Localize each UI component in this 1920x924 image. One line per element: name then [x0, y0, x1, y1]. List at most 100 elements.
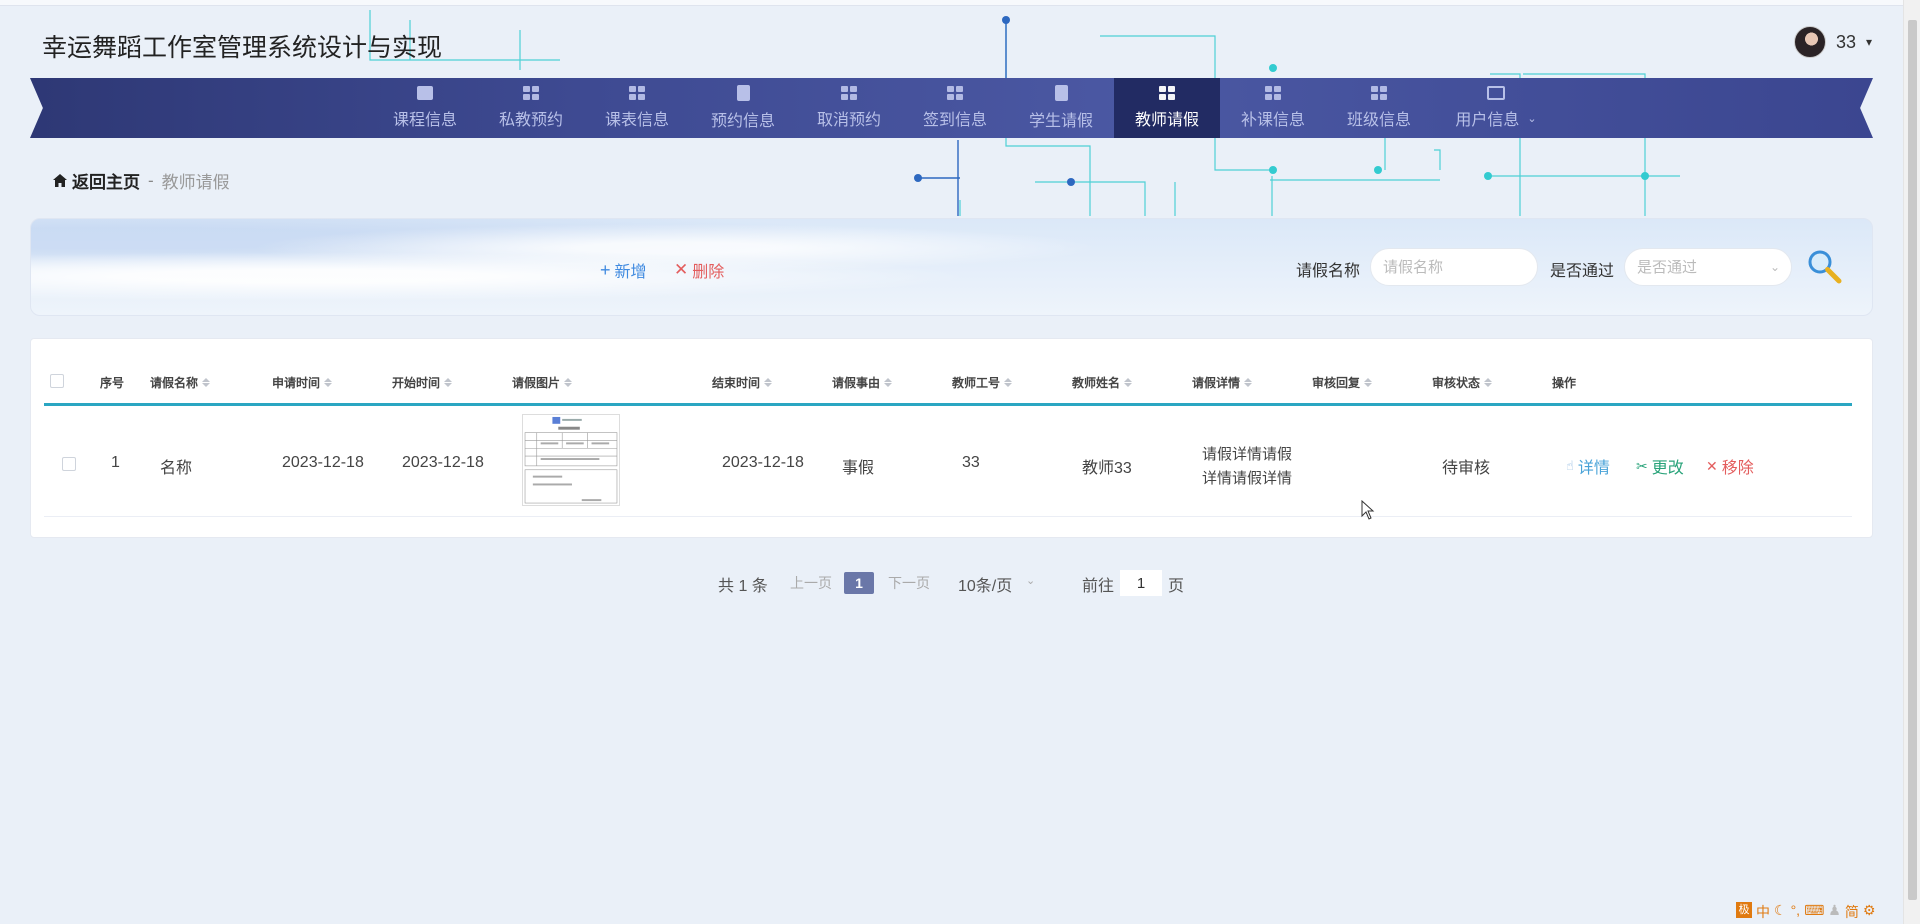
cell-detail-line: 详情请假详情	[1202, 470, 1293, 487]
goto-label: 前往	[1082, 578, 1115, 595]
top-strip	[0, 0, 1903, 6]
column-header-reason[interactable]: 请假事由	[832, 374, 893, 391]
sort-icon[interactable]	[444, 378, 453, 387]
page-unit-label: 页	[1168, 578, 1185, 595]
sort-icon[interactable]	[1124, 378, 1133, 387]
sort-icon[interactable]	[764, 378, 773, 387]
sort-icon[interactable]	[1244, 378, 1253, 387]
search-pass-label: 是否通过	[1550, 263, 1615, 280]
column-label: 教师工号	[952, 376, 1001, 390]
grid-icon	[947, 86, 963, 100]
cell-teacher-no: 33	[962, 454, 980, 471]
remove-button-label[interactable]: 移除	[1722, 454, 1754, 478]
nav-label: 取消预约	[816, 112, 881, 129]
sort-icon[interactable]	[1364, 378, 1373, 387]
caret-down-icon[interactable]: ▾	[1866, 35, 1872, 49]
avatar[interactable]	[1793, 26, 1826, 58]
detail-button[interactable]: ☝ 详情	[1566, 454, 1610, 478]
cell-reason: 事假	[842, 460, 875, 477]
sort-icon[interactable]	[324, 378, 333, 387]
scrollbar-thumb[interactable]	[1908, 20, 1917, 900]
sort-icon[interactable]	[202, 378, 211, 387]
sort-icon[interactable]	[884, 378, 893, 387]
column-header-name[interactable]: 请假名称	[150, 374, 211, 391]
search-icon[interactable]	[1806, 248, 1842, 284]
delete-button[interactable]: ✕ 删除	[674, 258, 724, 282]
grid-icon	[1159, 86, 1175, 100]
column-header-status[interactable]: 审核状态	[1432, 374, 1493, 391]
edit-button[interactable]: ✂ 更改	[1636, 454, 1684, 478]
column-header-teacher-no[interactable]: 教师工号	[952, 374, 1013, 391]
nav-label: 用户信息	[1455, 112, 1520, 129]
user-name[interactable]: 33	[1836, 32, 1856, 53]
next-page-button[interactable]: 下一页	[888, 573, 930, 593]
column-label: 审核回复	[1312, 376, 1361, 390]
nav-label: 班级信息	[1346, 112, 1411, 129]
nav-item-schedule[interactable]: 课表信息	[584, 78, 690, 138]
sort-icon[interactable]	[564, 378, 573, 387]
column-header-teacher-name[interactable]: 教师姓名	[1072, 374, 1133, 391]
nav-item-booking[interactable]: 预约信息	[690, 78, 796, 138]
detail-button-label[interactable]: 详情	[1578, 454, 1610, 478]
prev-page-button[interactable]: 上一页	[790, 573, 832, 593]
column-header-detail[interactable]: 请假详情	[1192, 374, 1253, 391]
page-size-select[interactable]: 10条/页	[958, 572, 1012, 596]
cell-apply-time: 2023-12-18	[282, 454, 364, 471]
goto-page-input[interactable]	[1120, 570, 1162, 596]
ime-mode-icon: 中	[1756, 904, 1770, 920]
sort-icon[interactable]	[1484, 378, 1493, 387]
remove-button[interactable]: ✕ 移除	[1706, 454, 1754, 478]
card-icon	[1487, 86, 1505, 100]
main-nav: 课程信息 私教预约 课表信息 预约信息 取消预约 签到信息 学生请假 教师请假 …	[372, 78, 1560, 138]
user-menu[interactable]: 33 ▾	[1793, 26, 1872, 58]
nav-item-cancel-booking[interactable]: 取消预约	[796, 78, 902, 138]
column-label: 审核状态	[1432, 376, 1481, 390]
clipboard-icon	[1054, 85, 1068, 101]
home-icon	[53, 174, 67, 187]
add-button[interactable]: + 新增	[600, 258, 647, 282]
keyboard-icon: ⌨	[1804, 902, 1825, 918]
nav-item-makeup[interactable]: 补课信息	[1220, 78, 1326, 138]
moon-icon: ☾	[1774, 902, 1787, 918]
cell-name: 名称	[160, 460, 193, 477]
column-header-reply[interactable]: 审核回复	[1312, 374, 1373, 391]
breadcrumb-home[interactable]: 返回主页	[52, 168, 140, 193]
edit-button-label[interactable]: 更改	[1652, 454, 1684, 478]
nav-item-private-booking[interactable]: 私教预约	[478, 78, 584, 138]
page-scrollbar[interactable]	[1903, 0, 1920, 924]
column-label: 序号	[100, 376, 125, 390]
row-checkbox[interactable]	[62, 457, 76, 471]
row-divider	[44, 516, 1852, 517]
cell-end-time: 2023-12-18	[722, 454, 804, 471]
nav-item-checkin[interactable]: 签到信息	[902, 78, 1008, 138]
nav-item-student-leave[interactable]: 学生请假	[1008, 78, 1114, 138]
leave-document-thumbnail[interactable]	[522, 414, 620, 506]
column-header-ops: 操作	[1552, 374, 1576, 391]
breadcrumb-separator: -	[148, 170, 154, 190]
current-page[interactable]: 1	[844, 572, 874, 594]
nav-item-user[interactable]: 用户信息 ⌄	[1432, 78, 1560, 138]
column-header-image[interactable]: 请假图片	[512, 374, 573, 391]
nav-item-teacher-leave[interactable]: 教师请假	[1114, 78, 1220, 138]
ime-logo-icon: 极	[1736, 902, 1752, 918]
nav-item-course[interactable]: 课程信息	[372, 78, 478, 138]
column-header-apply-time[interactable]: 申请时间	[272, 374, 333, 391]
delete-button-label[interactable]: 删除	[692, 258, 724, 282]
app-title: 幸运舞蹈工作室管理系统设计与实现	[42, 34, 443, 62]
sort-icon[interactable]	[1004, 378, 1013, 387]
breadcrumb-home-label[interactable]: 返回主页	[72, 168, 140, 193]
select-all-checkbox[interactable]	[50, 374, 64, 388]
grid-icon	[629, 86, 645, 100]
scissors-icon: ✂	[1636, 457, 1648, 474]
column-header-end-time[interactable]: 结束时间	[712, 374, 773, 391]
search-pass-select[interactable]	[1624, 248, 1792, 286]
grid-icon	[1265, 86, 1281, 100]
search-name-input[interactable]	[1370, 248, 1538, 286]
nav-label: 课程信息	[392, 112, 457, 129]
search-name-label: 请假名称	[1296, 263, 1361, 280]
grid-icon	[841, 86, 857, 100]
add-button-label[interactable]: 新增	[615, 258, 647, 282]
ime-toolbar[interactable]: 极 中 ☾ °, ⌨ ♟ 简 ⚙	[1736, 902, 1875, 922]
column-header-start-time[interactable]: 开始时间	[392, 374, 453, 391]
nav-item-class[interactable]: 班级信息	[1326, 78, 1432, 138]
